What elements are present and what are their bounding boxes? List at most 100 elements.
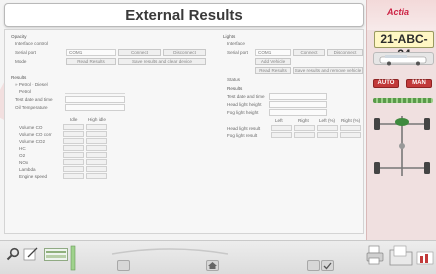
table-cell (271, 132, 292, 138)
bottom-toolbar (0, 240, 436, 274)
manual-mode-button[interactable]: MAN (406, 79, 432, 88)
table-cell (317, 132, 338, 138)
oil-temperature-field (65, 104, 125, 111)
add-vehicle-button[interactable]: Add Vehicle (255, 58, 291, 65)
table-cell (63, 131, 84, 137)
petrol-label: Petrol (19, 89, 32, 94)
opacity-header: Opacity (11, 34, 27, 39)
chart-icon[interactable] (416, 251, 434, 266)
interface-label: Interface (227, 41, 245, 46)
row-label: Volume CO2 (19, 139, 46, 144)
read-results-button[interactable]: Read Results (66, 58, 116, 65)
lights-test-date-label: Test date and time (227, 94, 265, 99)
row-label: Volume CO (19, 125, 43, 130)
table-cell (317, 125, 338, 131)
table-cell (63, 138, 84, 144)
confirm-button[interactable] (321, 260, 334, 271)
vehicle-sidebar: Actia 21-ABC-34 AUTO MAN (366, 0, 436, 240)
high-idle-column-header: High idle (88, 117, 106, 122)
license-plate[interactable]: 21-ABC-34 (374, 31, 434, 61)
table-cell (63, 124, 84, 130)
lights-read-results-button[interactable]: Read Results (255, 67, 291, 74)
test-date-label: Test date and time (15, 97, 53, 102)
chassis-diagram-icon (370, 110, 434, 182)
calendar-icon[interactable] (44, 248, 68, 262)
mode-label: Mode (15, 59, 27, 64)
table-cell (63, 173, 84, 179)
save-remove-vehicle-button[interactable]: Save results and remove vehicle (293, 67, 363, 74)
status-label: Status (227, 77, 241, 82)
auto-mode-button[interactable]: AUTO (373, 79, 399, 88)
table-cell (340, 125, 361, 131)
head-light-height-label: Head light height (227, 102, 262, 107)
serial-port-label: Serial port (15, 50, 36, 55)
right-column-header: Right (298, 118, 309, 123)
previous-button[interactable] (117, 260, 130, 271)
idle-column-header: Idle (70, 117, 78, 122)
lights-disconnect-button[interactable]: Disconnect (327, 49, 363, 56)
title-bar: External Results (4, 3, 364, 27)
table-cell (86, 145, 107, 151)
table-cell (86, 159, 107, 165)
serial-port-select[interactable]: COM1 (66, 49, 116, 56)
table-cell (86, 173, 107, 179)
lights-serial-port-label: Serial port (227, 50, 248, 55)
print-icon[interactable] (366, 245, 384, 266)
interface-control-label: Interface control (15, 41, 48, 46)
table-cell (340, 132, 361, 138)
right-pct-column-header: Right (%) (341, 118, 361, 123)
row-label: Lambda (19, 167, 36, 172)
row-label: Engine speed (19, 174, 48, 179)
sidebar-header: Actia (367, 0, 436, 30)
table-cell (63, 152, 84, 158)
row-label: NOx (19, 160, 29, 165)
fog-light-height-field (269, 109, 327, 116)
table-cell (63, 166, 84, 172)
progress-bar (373, 98, 433, 103)
save-clear-button[interactable]: Save results and clear device (118, 58, 206, 65)
table-cell (63, 159, 84, 165)
oil-temperature-label: Oil Temperature (15, 105, 48, 110)
table-cell (294, 132, 315, 138)
lights-test-date-field (269, 93, 327, 100)
folder-icon[interactable] (389, 244, 413, 267)
fog-light-height-label: Fog light height (227, 110, 259, 115)
lights-header: Lights (223, 34, 236, 39)
row-label: HC (19, 146, 26, 151)
main-panel: Opacity Interface control Serial port CO… (4, 29, 364, 234)
divider-arc-icon (110, 244, 230, 257)
table-cell (86, 166, 107, 172)
external-results-app: BUS External Results Opacity Interface c… (0, 0, 436, 274)
next-button[interactable] (307, 260, 320, 271)
lights-results-header: Results (227, 86, 243, 91)
page-title: External Results (125, 7, 243, 24)
lights-connect-button[interactable]: Connect (293, 49, 325, 56)
fog-light-result-label: Fog light result (227, 133, 258, 138)
row-label: O2 (19, 153, 26, 158)
brand-logo: Actia (387, 7, 410, 17)
table-cell (271, 125, 292, 131)
table-cell (86, 152, 107, 158)
petrol-field (65, 93, 125, 94)
table-cell (86, 138, 107, 144)
left-pct-column-header: Left (%) (319, 118, 336, 123)
edit-document-icon[interactable] (23, 247, 39, 262)
lights-serial-port-select[interactable]: COM1 (255, 49, 291, 56)
results-header: Results (11, 75, 27, 80)
home-button[interactable] (206, 260, 219, 271)
connect-button[interactable]: Connect (118, 49, 161, 56)
table-cell (86, 131, 107, 137)
fuel-type-radio[interactable]: » Petrol · Diesel (15, 82, 48, 87)
table-cell (294, 125, 315, 131)
status-level-icon (70, 245, 76, 272)
test-date-field (65, 96, 125, 103)
disconnect-button[interactable]: Disconnect (163, 49, 206, 56)
head-light-result-label: Head light result (227, 126, 261, 131)
row-label: Volume CO corr (19, 132, 52, 137)
table-cell (86, 124, 107, 130)
vehicle-icon (373, 52, 434, 66)
head-light-height-field (269, 101, 327, 108)
left-column-header: Left (275, 118, 283, 123)
search-icon[interactable] (6, 247, 20, 262)
table-cell (63, 145, 84, 151)
